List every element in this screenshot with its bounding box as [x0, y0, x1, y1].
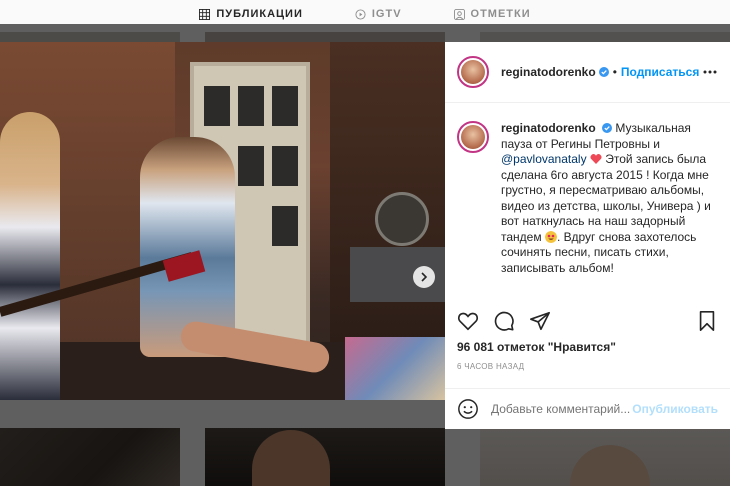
- post-side-panel: reginatodorenko • Подписаться reginatodo…: [445, 42, 730, 429]
- bookmark-icon[interactable]: [696, 310, 718, 332]
- separator-dot: •: [612, 65, 617, 79]
- avatar[interactable]: [457, 56, 489, 88]
- like-heart-icon[interactable]: [457, 310, 479, 332]
- mention-link[interactable]: @pavlovanataly: [501, 152, 587, 166]
- post-header: reginatodorenko • Подписаться: [445, 42, 730, 103]
- comment-icon[interactable]: [493, 310, 515, 332]
- add-comment-bar: Опубликовать: [445, 388, 730, 429]
- red-heart-icon: [590, 154, 602, 164]
- tab-label: ПУБЛИКАЦИИ: [216, 8, 303, 20]
- person-with-guitar: [0, 112, 60, 400]
- share-icon[interactable]: [529, 310, 551, 332]
- fan: [375, 192, 429, 246]
- caption-username[interactable]: reginatodorenko: [501, 121, 596, 135]
- heart-eyes-emoji-icon: [544, 230, 557, 243]
- avatar[interactable]: [457, 121, 489, 153]
- igtv-icon: [355, 8, 366, 20]
- tab-tagged[interactable]: ОТМЕТКИ: [453, 4, 531, 24]
- follow-button[interactable]: Подписаться: [621, 65, 699, 79]
- tab-publications[interactable]: ПУБЛИКАЦИИ: [199, 4, 303, 24]
- tab-label: IGTV: [371, 8, 402, 20]
- carousel-next-button[interactable]: [413, 266, 435, 288]
- tab-igtv[interactable]: IGTV: [355, 4, 402, 24]
- caption-text: reginatodorenko Музыкальная пауза от Рег…: [501, 121, 718, 312]
- profile-tabs: ПУБЛИКАЦИИ IGTV ОТМЕТКИ: [0, 0, 730, 24]
- chevron-right-icon: [421, 272, 428, 282]
- likes-count[interactable]: 96 081 отметок "Нравится": [457, 340, 616, 354]
- post-media-video[interactable]: [0, 42, 445, 400]
- post-author-username[interactable]: reginatodorenko: [501, 65, 596, 79]
- post-timestamp[interactable]: 6 ЧАСОВ НАЗАД: [457, 362, 524, 371]
- more-options-button[interactable]: [702, 64, 718, 80]
- smiley-emoji-icon[interactable]: [457, 398, 479, 420]
- more-options-icon: [703, 70, 717, 74]
- comment-input[interactable]: [491, 402, 631, 416]
- video-frame: [0, 42, 445, 400]
- publish-comment-button[interactable]: Опубликовать: [632, 402, 718, 416]
- post-caption: reginatodorenko Музыкальная пауза от Рег…: [445, 103, 730, 312]
- post-actions: [457, 310, 718, 332]
- tab-label: ОТМЕТКИ: [470, 8, 531, 20]
- verified-badge-icon: [598, 67, 609, 77]
- grid-icon: [199, 8, 211, 20]
- tagged-icon: [453, 8, 465, 20]
- verified-badge-icon: [602, 123, 613, 133]
